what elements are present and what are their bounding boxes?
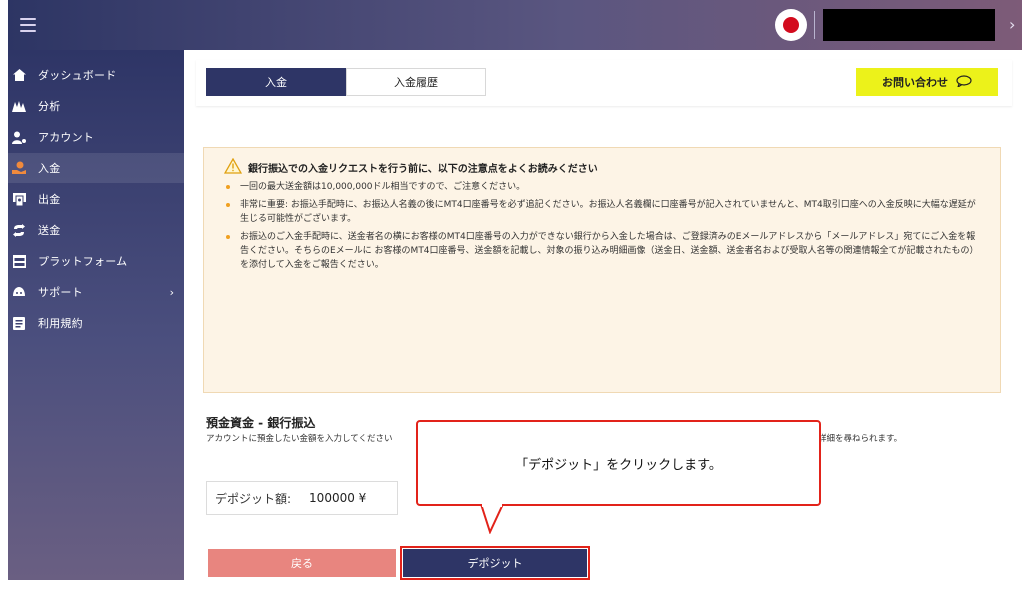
sidebar-item-label: サポート — [38, 286, 83, 299]
sidebar-item-label: 出金 — [38, 193, 61, 206]
chevron-right-icon[interactable]: › — [1009, 15, 1015, 34]
sidebar-item-platform[interactable]: プラットフォーム — [8, 246, 184, 276]
deposit-icon — [12, 161, 26, 175]
deposit-button[interactable]: デポジット — [403, 549, 587, 577]
japan-flag-icon[interactable] — [775, 9, 807, 41]
tutorial-callout: 「デポジット」をクリックします。 — [416, 420, 821, 506]
contact-button-label: お問い合わせ — [882, 76, 948, 89]
list-item: お振込のご入金手配時に、送金者名の横にお客様のMT4口座番号の入力ができない銀行… — [214, 230, 984, 272]
sidebar-item-account[interactable]: アカウント — [8, 122, 184, 152]
sidebar-item-dashboard[interactable]: ダッシュボード — [8, 60, 184, 90]
home-icon — [12, 68, 26, 82]
sidebar: ダッシュボード 分析 アカウント 入金 出金 送金 プラットフォーム サポート … — [8, 50, 184, 580]
sidebar-item-label: 入金 — [38, 162, 61, 175]
sidebar-item-label: ダッシュボード — [38, 69, 117, 82]
chat-bubble-icon — [956, 74, 972, 90]
tab-deposit-history[interactable]: 入金履歴 — [346, 68, 486, 96]
withdraw-icon — [12, 192, 26, 206]
sidebar-item-label: アカウント — [38, 131, 94, 144]
back-button[interactable]: 戻る — [208, 549, 396, 577]
account-icon — [12, 130, 26, 144]
callout-pointer — [480, 504, 504, 534]
analytics-icon — [12, 99, 26, 113]
sidebar-item-deposit[interactable]: 入金 — [8, 153, 184, 183]
list-item: 非常に重要: お振込手配時に、お振込人名義の後にMT4口座番号を必ず追記ください… — [214, 198, 984, 226]
callout-text: 「デポジット」をクリックします。 — [515, 457, 722, 473]
notice-title: 銀行振込での入金リクエストを行う前に、以下の注意点をよくお読みください — [223, 157, 598, 177]
deposit-amount-field[interactable]: デポジット額: 100000 ¥ — [206, 481, 398, 515]
top-bar: › — [8, 0, 1022, 50]
notice-title-text: 銀行振込での入金リクエストを行う前に、以下の注意点をよくお読みください — [248, 164, 598, 175]
deposit-amount-label: デポジット額: — [215, 491, 292, 506]
platform-icon — [12, 254, 26, 268]
sidebar-item-label: 送金 — [38, 224, 61, 237]
sidebar-item-label: 分析 — [38, 100, 61, 113]
notice-list: 一回の最大送金額は10,000,000ドル相当ですので、ご注意ください。 非常に… — [214, 180, 984, 276]
tab-deposit[interactable]: 入金 — [206, 68, 346, 96]
support-icon — [12, 285, 26, 299]
warning-icon — [223, 157, 243, 177]
notice-box: 銀行振込での入金リクエストを行う前に、以下の注意点をよくお読みください 一回の最… — [203, 147, 1001, 393]
section-description-tail: 詳細を尋ねられます。 — [818, 434, 903, 444]
transfer-icon — [12, 223, 26, 237]
sidebar-item-withdraw[interactable]: 出金 — [8, 184, 184, 214]
section-title: 預金資金 - 銀行振込 — [206, 416, 316, 430]
terms-icon — [12, 316, 26, 330]
top-bar-divider — [814, 11, 815, 39]
list-item: 一回の最大送金額は10,000,000ドル相当ですので、ご注意ください。 — [214, 180, 984, 194]
deposit-button-highlight: デポジット — [400, 546, 590, 580]
sidebar-item-label: 利用規約 — [38, 317, 83, 330]
deposit-amount-value: 100000 ¥ — [309, 491, 367, 505]
tabs-card: 入金 入金履歴 お問い合わせ — [196, 60, 1012, 106]
section-description: アカウントに預金したい金額を入力してください — [206, 434, 393, 444]
sidebar-item-terms[interactable]: 利用規約 — [8, 308, 184, 338]
sidebar-item-label: プラットフォーム — [38, 255, 128, 268]
sidebar-item-support[interactable]: サポート › — [8, 277, 184, 307]
contact-button[interactable]: お問い合わせ — [856, 68, 998, 96]
hamburger-menu-icon[interactable] — [20, 18, 36, 32]
account-info-redacted[interactable] — [823, 9, 995, 41]
sidebar-item-transfer[interactable]: 送金 — [8, 215, 184, 245]
chevron-right-icon: › — [169, 285, 174, 299]
sidebar-item-analytics[interactable]: 分析 — [8, 91, 184, 121]
